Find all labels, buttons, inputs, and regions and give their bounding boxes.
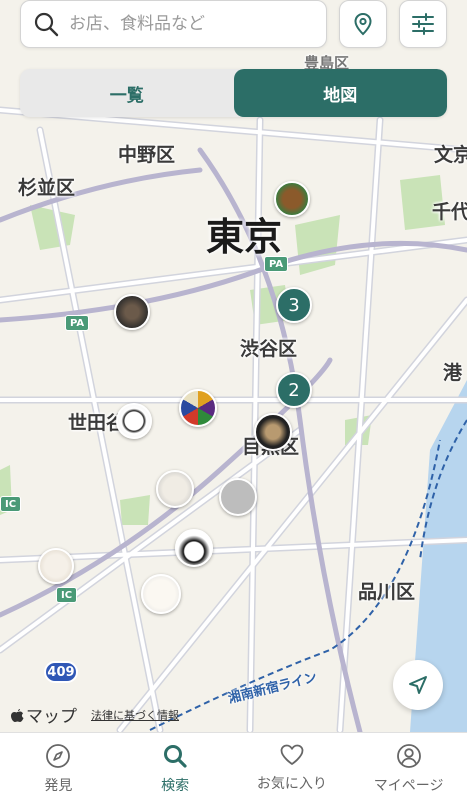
highway-ic-shield: IC bbox=[0, 496, 22, 512]
view-toggle: 一覧 地図 bbox=[20, 69, 447, 117]
apple-logo-icon bbox=[11, 708, 24, 722]
bottom-tab-bar: 発見 検索 お気に入り マイページ bbox=[0, 732, 467, 800]
store-pin[interactable] bbox=[179, 389, 217, 427]
screen: 豊島区 中野区 杉並区 文京 千代 東京 渋谷区 港 世田谷 目黒区 品川区 P… bbox=[0, 0, 467, 800]
tab-favorites[interactable]: お気に入り bbox=[234, 733, 351, 800]
tab-label: 検索 bbox=[161, 778, 190, 794]
ward-label-suginami: 杉並区 bbox=[18, 177, 76, 199]
highway-pa-shield: PA bbox=[264, 256, 289, 272]
tab-label: 発見 bbox=[44, 778, 73, 794]
search-icon bbox=[34, 12, 59, 37]
highway-pa-shield: PA bbox=[65, 315, 90, 331]
compass-icon bbox=[46, 744, 71, 768]
search-bar[interactable] bbox=[20, 0, 327, 48]
ward-label-chiyoda: 千代 bbox=[432, 201, 467, 223]
user-icon bbox=[396, 744, 421, 768]
store-pin[interactable] bbox=[219, 478, 257, 516]
search-icon bbox=[164, 745, 187, 768]
navigation-arrow-icon bbox=[409, 676, 427, 694]
tab-mypage[interactable]: マイページ bbox=[350, 733, 467, 800]
store-pin[interactable] bbox=[114, 294, 150, 330]
search-input[interactable] bbox=[69, 14, 309, 34]
apple-maps-logo: マップ bbox=[10, 702, 77, 727]
filter-sliders-icon bbox=[412, 13, 434, 35]
store-pin[interactable] bbox=[156, 470, 194, 508]
ward-label-shibuya: 渋谷区 bbox=[240, 338, 298, 360]
city-label: 東京 bbox=[206, 215, 283, 259]
heart-icon bbox=[280, 744, 304, 765]
store-pin[interactable] bbox=[141, 574, 181, 614]
store-pin[interactable] bbox=[254, 413, 292, 451]
map-cluster-marker[interactable]: 2 bbox=[276, 372, 312, 408]
tab-map-view[interactable]: 地図 bbox=[233, 69, 447, 117]
highway-ic-shield: IC bbox=[56, 587, 78, 603]
store-pin[interactable] bbox=[274, 181, 310, 217]
maps-brand-text: マップ bbox=[26, 707, 77, 727]
map-cluster-marker[interactable]: 3 bbox=[276, 287, 312, 323]
map-attribution: マップ 法律に基づく情報 bbox=[10, 702, 179, 727]
ward-label-bunkyo: 文京 bbox=[434, 144, 467, 166]
filter-button[interactable] bbox=[399, 0, 447, 48]
tab-search[interactable]: 検索 bbox=[117, 733, 234, 800]
cluster-count: 2 bbox=[288, 379, 300, 401]
store-pin[interactable] bbox=[116, 403, 152, 439]
tab-list-view[interactable]: 一覧 bbox=[20, 69, 234, 117]
store-pin[interactable] bbox=[38, 548, 74, 584]
tab-label: お気に入り bbox=[256, 776, 327, 792]
cluster-count: 3 bbox=[288, 294, 300, 316]
location-pin-icon bbox=[354, 12, 372, 36]
legal-info-link[interactable]: 法律に基づく情報 bbox=[91, 707, 179, 723]
route-409-shield: 409 bbox=[44, 661, 78, 683]
location-button[interactable] bbox=[339, 0, 387, 48]
store-pin[interactable] bbox=[175, 529, 213, 567]
tab-label: マイページ bbox=[373, 778, 444, 794]
ward-label-nakano: 中野区 bbox=[118, 144, 176, 166]
tab-discover[interactable]: 発見 bbox=[0, 733, 117, 800]
current-location-button[interactable] bbox=[393, 660, 443, 710]
ward-label-shinagawa: 品川区 bbox=[358, 581, 416, 603]
ward-label-minato: 港 bbox=[443, 362, 463, 384]
